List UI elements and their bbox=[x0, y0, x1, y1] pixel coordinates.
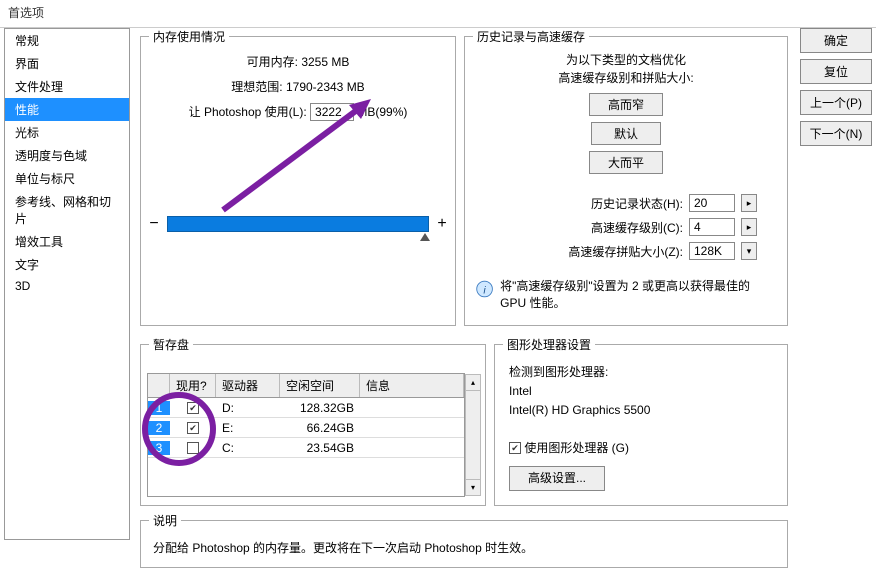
ideal-range-value: 1790-2343 MB bbox=[286, 80, 365, 94]
ok-button[interactable]: 确定 bbox=[800, 28, 872, 53]
memory-fieldset: 内存使用情况 可用内存: 3255 MB 理想范围: 1790-2343 MB … bbox=[140, 28, 456, 326]
optimize-line1: 为以下类型的文档优化 bbox=[465, 51, 787, 69]
row-drive: D: bbox=[216, 401, 280, 415]
col-free: 空闲空间 bbox=[280, 374, 360, 397]
row-drive: E: bbox=[216, 421, 280, 435]
history-states-label: 历史记录状态(H): bbox=[591, 195, 683, 212]
description-legend: 说明 bbox=[149, 512, 181, 529]
cache-levels-input[interactable]: 4 bbox=[689, 218, 735, 236]
table-row[interactable]: 3 C:23.54GB bbox=[148, 438, 464, 458]
gpu-vendor: Intel bbox=[509, 382, 773, 401]
row-active-checkbox[interactable] bbox=[187, 402, 199, 414]
history-states-stepper[interactable]: ▸ bbox=[741, 194, 757, 212]
gpu-detected-label: 检测到图形处理器: bbox=[509, 363, 773, 382]
col-info: 信息 bbox=[360, 374, 464, 397]
row-active-cell bbox=[170, 441, 216, 455]
row-num: 2 bbox=[148, 421, 170, 435]
history-fieldset: 历史记录与高速缓存 为以下类型的文档优化 高速缓存级别和拼贴大小: 高而窄 默认… bbox=[464, 28, 788, 326]
slider-thumb-icon[interactable] bbox=[420, 233, 430, 241]
next-button[interactable]: 下一个(N) bbox=[800, 121, 872, 146]
window-title: 首选项 bbox=[0, 0, 876, 25]
cache-tile-dropdown-icon[interactable]: ▾ bbox=[741, 242, 757, 260]
memory-plus-button[interactable]: + bbox=[435, 215, 449, 233]
gpu-model: Intel(R) HD Graphics 5500 bbox=[509, 401, 773, 420]
use-gpu-checkbox[interactable] bbox=[509, 442, 521, 454]
sidebar-item-6[interactable]: 单位与标尺 bbox=[5, 167, 129, 190]
memory-legend: 内存使用情况 bbox=[149, 28, 229, 45]
scratch-legend: 暂存盘 bbox=[149, 336, 193, 353]
sidebar-item-1[interactable]: 界面 bbox=[5, 52, 129, 75]
row-active-cell bbox=[170, 421, 216, 435]
reset-button[interactable]: 复位 bbox=[800, 59, 872, 84]
sidebar-item-10[interactable]: 3D bbox=[5, 276, 129, 296]
row-free: 128.32GB bbox=[280, 401, 360, 415]
available-memory-value: 3255 MB bbox=[301, 55, 349, 69]
tall-thin-button[interactable]: 高而窄 bbox=[589, 93, 663, 116]
cache-tile-select[interactable]: 128K bbox=[689, 242, 735, 260]
available-memory-label: 可用内存: bbox=[247, 53, 298, 70]
sidebar-item-2[interactable]: 文件处理 bbox=[5, 75, 129, 98]
table-row[interactable]: 1 D:128.32GB bbox=[148, 398, 464, 418]
info-icon: i bbox=[475, 278, 494, 300]
dialog-buttons: 确定 复位 上一个(P) 下一个(N) bbox=[800, 28, 876, 152]
sidebar-item-5[interactable]: 透明度与色域 bbox=[5, 144, 129, 167]
optimize-line2: 高速缓存级别和拼贴大小: bbox=[465, 69, 787, 87]
let-ps-use-label: 让 Photoshop 使用(L): bbox=[189, 103, 307, 120]
default-button[interactable]: 默认 bbox=[591, 122, 661, 145]
row-free: 23.54GB bbox=[280, 441, 360, 455]
sidebar-item-4[interactable]: 光标 bbox=[5, 121, 129, 144]
scratch-table-header: 现用? 驱动器 空闲空间 信息 bbox=[148, 374, 464, 398]
memory-minus-button[interactable]: − bbox=[147, 215, 161, 233]
scroll-up-icon[interactable]: ▴ bbox=[466, 375, 480, 391]
scroll-down-icon[interactable]: ▾ bbox=[466, 479, 480, 495]
cache-tile-label: 高速缓存拼贴大小(Z): bbox=[568, 243, 683, 260]
sidebar-item-7[interactable]: 参考线、网格和切片 bbox=[5, 190, 129, 230]
col-drive: 驱动器 bbox=[216, 374, 280, 397]
table-row[interactable]: 2 E:66.24GB bbox=[148, 418, 464, 438]
row-num: 3 bbox=[148, 441, 170, 455]
history-states-input[interactable]: 20 bbox=[689, 194, 735, 212]
ideal-range-label: 理想范围: bbox=[231, 78, 282, 95]
sidebar-item-3[interactable]: 性能 bbox=[5, 98, 129, 121]
gpu-advanced-button[interactable]: 高级设置... bbox=[509, 466, 605, 491]
row-drive: C: bbox=[216, 441, 280, 455]
row-active-checkbox[interactable] bbox=[187, 422, 199, 434]
row-free: 66.24GB bbox=[280, 421, 360, 435]
row-active-checkbox[interactable] bbox=[187, 442, 199, 454]
row-active-cell bbox=[170, 401, 216, 415]
use-gpu-label: 使用图形处理器 (G) bbox=[524, 441, 629, 455]
gpu-legend: 图形处理器设置 bbox=[503, 336, 595, 353]
memory-suffix: MB(99%) bbox=[357, 105, 407, 119]
cache-info-text: 将"高速缓存级别"设置为 2 或更高以获得最佳的 GPU 性能。 bbox=[500, 278, 777, 312]
scratch-scrollbar[interactable]: ▴ ▾ bbox=[465, 374, 481, 496]
prev-button[interactable]: 上一个(P) bbox=[800, 90, 872, 115]
row-num: 1 bbox=[148, 401, 170, 415]
sidebar-item-9[interactable]: 文字 bbox=[5, 253, 129, 276]
history-legend: 历史记录与高速缓存 bbox=[473, 28, 589, 45]
category-sidebar: 常规界面文件处理性能光标透明度与色域单位与标尺参考线、网格和切片增效工具文字3D bbox=[4, 28, 130, 540]
description-text: 分配给 Photoshop 的内存量。更改将在下一次启动 Photoshop 时… bbox=[141, 529, 787, 566]
scratch-fieldset: 暂存盘 现用? 驱动器 空闲空间 信息 1 D:128.32GB 2 E:66.24G… bbox=[140, 336, 486, 506]
cache-levels-label: 高速缓存级别(C): bbox=[591, 219, 683, 236]
big-flat-button[interactable]: 大而平 bbox=[589, 151, 663, 174]
memory-slider[interactable] bbox=[167, 216, 429, 232]
cache-levels-stepper[interactable]: ▸ bbox=[741, 218, 757, 236]
gpu-fieldset: 图形处理器设置 检测到图形处理器: Intel Intel(R) HD Grap… bbox=[494, 336, 788, 506]
col-num bbox=[148, 374, 170, 397]
memory-input[interactable]: 3222 bbox=[310, 103, 354, 121]
col-active: 现用? bbox=[170, 374, 216, 397]
sidebar-item-8[interactable]: 增效工具 bbox=[5, 230, 129, 253]
sidebar-item-0[interactable]: 常规 bbox=[5, 29, 129, 52]
